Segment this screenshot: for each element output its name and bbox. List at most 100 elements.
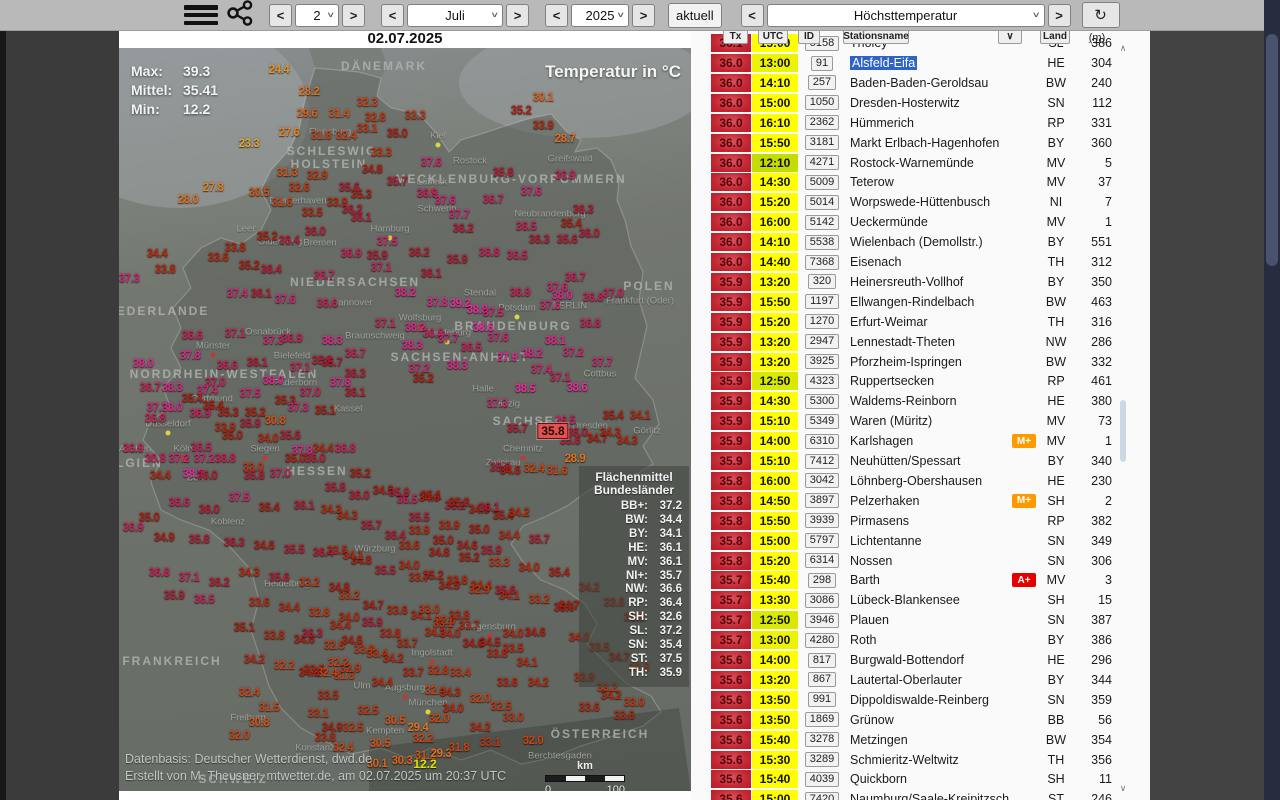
- table-scrollbar-thumb[interactable]: [1120, 400, 1126, 462]
- temp-label[interactable]: 34.8: [362, 164, 383, 176]
- temp-label[interactable]: 24.4: [269, 64, 290, 76]
- station-name-cell[interactable]: Lennestadt-Theten: [850, 333, 1010, 351]
- temp-label[interactable]: 37.3: [487, 398, 508, 410]
- station-name-cell[interactable]: Markt Erlbach-Hagenhofen: [850, 134, 1010, 152]
- temp-label[interactable]: 36.6: [169, 497, 190, 509]
- station-name-cell[interactable]: Quickborn: [850, 770, 1010, 788]
- temp-label[interactable]: 34.6: [457, 540, 478, 552]
- temp-label[interactable]: 36.4: [279, 235, 300, 247]
- temp-label[interactable]: 34.9: [154, 532, 175, 544]
- temp-label[interactable]: 32.0: [229, 730, 250, 742]
- table-row[interactable]: 36.012:104271Rostock-WarnemündeMV5: [700, 154, 1150, 172]
- temp-label[interactable]: 33.3: [371, 147, 392, 159]
- temp-label[interactable]: 27.6: [279, 127, 300, 139]
- table-row[interactable]: 35.913:202947Lennestadt-ThetenNW286: [700, 333, 1150, 351]
- temp-label[interactable]: 35.2: [459, 552, 480, 564]
- temp-label[interactable]: 36.9: [555, 170, 576, 182]
- station-name-cell[interactable]: Ellwangen-Rindelbach: [850, 293, 1010, 311]
- temp-label[interactable]: 32.3: [357, 97, 378, 109]
- temp-label[interactable]: 34.2: [528, 677, 549, 689]
- year-next-button[interactable]: >: [632, 4, 655, 27]
- station-id-button[interactable]: 91: [811, 56, 833, 71]
- temp-label[interactable]: 34.7: [363, 600, 384, 612]
- station-id-button[interactable]: 3897: [805, 493, 839, 508]
- temp-label[interactable]: 35.7: [361, 520, 382, 532]
- temp-label[interactable]: 36.1: [251, 288, 272, 300]
- refresh-button[interactable]: ↻: [1082, 2, 1120, 28]
- temp-label[interactable]: 33.4: [450, 667, 471, 679]
- station-id-button[interactable]: 5009: [805, 175, 839, 190]
- temp-label[interactable]: 31.6: [272, 197, 293, 209]
- temp-label[interactable]: 37.1: [290, 362, 311, 374]
- station-id-button[interactable]: 1197: [805, 294, 839, 309]
- station-name-cell[interactable]: Lichtentanne: [850, 532, 1010, 550]
- temp-label[interactable]: 32.5: [343, 722, 364, 734]
- temp-label[interactable]: 34.0: [440, 628, 461, 640]
- temp-label[interactable]: 33.9: [439, 520, 460, 532]
- temp-label[interactable]: 34.4: [499, 530, 520, 542]
- temp-label[interactable]: 35.7: [322, 357, 343, 369]
- temp-label[interactable]: 35.4: [259, 502, 280, 514]
- table-row[interactable]: 36.014:305009TeterowMV37: [700, 173, 1150, 191]
- station-name-cell[interactable]: Rostock-Warnemünde: [850, 154, 1010, 172]
- temp-label[interactable]: 35.8: [244, 470, 265, 482]
- station-id-button[interactable]: 4323: [805, 374, 839, 389]
- station-id-button[interactable]: 4280: [805, 633, 839, 648]
- temp-label[interactable]: 38.2: [522, 348, 543, 360]
- temp-label[interactable]: 36.3: [529, 234, 550, 246]
- temp-label[interactable]: 35.8: [493, 167, 514, 179]
- temp-label[interactable]: 36.9: [123, 443, 144, 455]
- station-id-button[interactable]: 7412: [805, 454, 839, 469]
- temp-label[interactable]: 35.9: [389, 487, 410, 499]
- table-row[interactable]: 35.912:504323RuppertseckenRP461: [700, 372, 1150, 390]
- temp-label[interactable]: 33.6: [579, 702, 600, 714]
- temp-label[interactable]: 32.9: [340, 663, 361, 675]
- temp-label[interactable]: 37.4: [227, 288, 248, 300]
- temp-label[interactable]: 35.9: [481, 545, 502, 557]
- temp-label[interactable]: 32.6: [289, 182, 310, 194]
- header-tx[interactable]: Tx: [723, 31, 748, 44]
- temp-label[interactable]: 32.4: [239, 687, 260, 699]
- temp-label[interactable]: 33.7: [397, 638, 418, 650]
- temp-label[interactable]: 34.3: [440, 687, 461, 699]
- temp-label[interactable]: 35.3: [218, 407, 239, 419]
- temp-label[interactable]: 34.2: [244, 654, 265, 666]
- temp-label[interactable]: 38.3: [162, 382, 183, 394]
- temp-label[interactable]: 35.0: [469, 524, 490, 536]
- temp-label[interactable]: 34.1: [630, 410, 651, 422]
- temp-label[interactable]: 36.0: [197, 470, 218, 482]
- temp-label[interactable]: 32.2: [413, 733, 434, 745]
- table-scroll-down-icon[interactable]: ∨: [1117, 783, 1129, 794]
- station-name-cell[interactable]: Pirmasens: [850, 512, 1010, 530]
- temp-label[interactable]: 36.2: [209, 577, 230, 589]
- temp-label[interactable]: 31.8: [311, 130, 332, 142]
- temp-label[interactable]: 36.7: [314, 270, 335, 282]
- temp-label[interactable]: 37.4: [531, 364, 552, 376]
- table-row[interactable]: 35.713:303086Lübeck-BlankenseeSH15: [700, 591, 1150, 609]
- temp-label[interactable]: 33.5: [302, 207, 323, 219]
- temp-label[interactable]: 34.5: [439, 580, 460, 592]
- table-row[interactable]: 35.913:20320Heinersreuth-VollhofBY350: [700, 273, 1150, 291]
- temp-label[interactable]: 34.2: [509, 507, 530, 519]
- temp-label[interactable]: 33.0: [419, 604, 440, 616]
- temp-label[interactable]: 28.2: [299, 86, 320, 98]
- station-id-button[interactable]: 5538: [805, 235, 839, 250]
- temp-label[interactable]: 37.2: [563, 347, 584, 359]
- table-row[interactable]: 36.015:205014Worpswede-HüttenbuschNI7: [700, 193, 1150, 211]
- temp-label[interactable]: 36.9: [341, 248, 362, 260]
- temp-label[interactable]: 36.0: [305, 226, 326, 238]
- table-row[interactable]: 35.613:50991Dippoldiswalde-ReinbergSN359: [700, 691, 1150, 709]
- station-name-cell[interactable]: Teterow: [850, 173, 1010, 191]
- temp-label[interactable]: 33.7: [403, 667, 424, 679]
- temp-label[interactable]: 32.4: [336, 130, 357, 142]
- temp-label[interactable]: 38.0: [263, 375, 284, 387]
- temp-label[interactable]: 36.0: [305, 453, 326, 465]
- station-id-button[interactable]: 320: [808, 274, 836, 289]
- temp-label[interactable]: 34.6: [500, 465, 521, 477]
- station-id-button[interactable]: 5142: [805, 215, 839, 230]
- station-name-cell[interactable]: Pelzerhaken: [850, 492, 1010, 510]
- temp-label[interactable]: 36.1: [479, 502, 500, 514]
- temp-label[interactable]: 37.5: [377, 236, 398, 248]
- station-name-cell[interactable]: Wielenbach (Demollstr.): [850, 233, 1010, 251]
- temp-label[interactable]: 35.0: [222, 430, 243, 442]
